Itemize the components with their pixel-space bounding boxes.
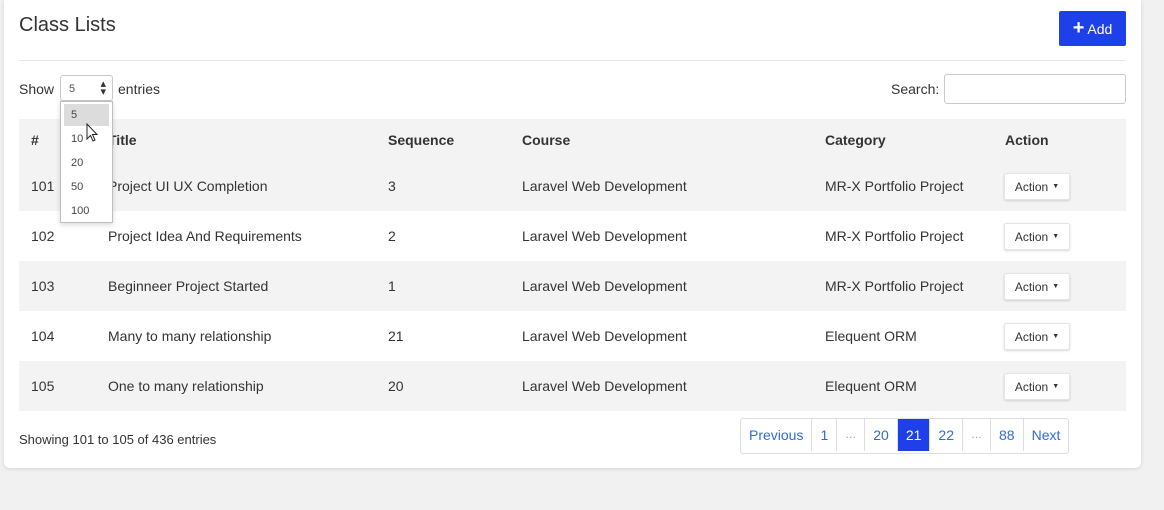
cursor-icon [86,123,99,142]
action-dropdown-button[interactable]: Action ▼ [1004,273,1070,300]
add-button-label: Add [1087,20,1113,37]
caret-down-icon: ▼ [1052,283,1060,290]
pagination-page-20[interactable]: 20 [864,419,897,451]
column-header-sequence[interactable]: Sequence [388,132,454,148]
table-row: 102 Project Idea And Requirements 2 Lara… [19,211,1126,261]
row-course: Laravel Web Development [522,228,687,244]
row-sequence: 20 [388,378,404,394]
pagination-ellipsis: … [836,419,864,451]
row-id: 104 [31,328,55,344]
row-course: Laravel Web Development [522,328,687,344]
class-table: # Title Sequence Course Category Action … [19,119,1126,411]
entries-select-value: 5 [69,83,76,95]
entries-option-100[interactable]: 100 [64,200,109,222]
entries-label: entries [118,81,161,97]
pagination-next[interactable]: Next [1022,419,1069,451]
row-id: 105 [31,378,55,394]
entries-option-50[interactable]: 50 [64,176,109,198]
table-row: 101 Project UI UX Completion 3 Laravel W… [19,161,1126,211]
pagination-page-22[interactable]: 22 [929,419,962,451]
table-row: 104 Many to many relationship 21 Laravel… [19,311,1126,361]
pagination-previous[interactable]: Previous [741,419,811,451]
row-category: MR-X Portfolio Project [825,228,964,244]
action-button-label: Action [1014,279,1049,294]
row-category: Elequent ORM [825,328,917,344]
row-id: 102 [31,228,55,244]
header-divider [19,60,1126,61]
row-title: One to many relationship [108,378,264,394]
row-id: 101 [31,178,55,194]
table-info: Showing 101 to 105 of 436 entries [19,432,217,447]
row-category: MR-X Portfolio Project [825,178,964,194]
caret-down-icon: ▼ [1052,183,1060,190]
pagination-page-21[interactable]: 21 [896,419,930,451]
row-category: MR-X Portfolio Project [825,278,964,294]
table-row: 105 One to many relationship 20 Laravel … [19,361,1126,411]
action-button-label: Action [1014,179,1049,194]
caret-down-icon: ▼ [1052,383,1060,390]
pagination-page-88[interactable]: 88 [990,419,1023,451]
column-header-action: Action [1005,132,1049,148]
search-input[interactable] [944,74,1126,104]
plus-icon: + [1072,16,1085,39]
entries-option-20[interactable]: 20 [64,152,109,174]
action-button-label: Action [1014,329,1049,344]
row-sequence: 21 [388,328,404,344]
search-label: Search: [891,81,940,97]
row-course: Laravel Web Development [522,378,687,394]
pagination-page-1[interactable]: 1 [811,419,836,451]
row-course: Laravel Web Development [522,178,687,194]
action-button-label: Action [1014,229,1049,244]
row-sequence: 3 [388,178,396,194]
pagination: Previous 1 … 20 21 22 … 88 Next [740,418,1070,454]
row-sequence: 1 [388,278,396,294]
row-course: Laravel Web Development [522,278,687,294]
row-title: Beginneer Project Started [108,278,269,294]
row-id: 103 [31,278,55,294]
action-dropdown-button[interactable]: Action ▼ [1004,373,1070,400]
table-header: # Title Sequence Course Category Action [19,119,1126,161]
row-title: Project Idea And Requirements [108,228,302,244]
column-header-id[interactable]: # [31,132,39,148]
class-list-card: Class Lists + Add Show 5 ▴ ▾ entries Sear… [4,0,1141,468]
add-button[interactable]: + Add [1059,11,1126,46]
caret-down-icon: ▼ [1052,233,1060,240]
select-arrows-icon: ▴ ▾ [100,78,106,98]
entries-select[interactable]: 5 ▴ ▾ [60,75,113,101]
action-dropdown-button[interactable]: Action ▼ [1004,323,1070,350]
table-row: 103 Beginneer Project Started 1 Laravel … [19,261,1126,311]
page-title: Class Lists [19,14,116,36]
column-header-category[interactable]: Category [825,132,886,148]
pagination-ellipsis: … [962,419,990,451]
row-title: Project UI UX Completion [108,178,268,194]
action-button-label: Action [1014,379,1049,394]
entries-dropdown-menu: 5 10 20 50 100 [60,101,113,223]
row-category: Elequent ORM [825,378,917,394]
action-dropdown-button[interactable]: Action ▼ [1004,223,1070,250]
action-dropdown-button[interactable]: Action ▼ [1004,173,1070,200]
column-header-course[interactable]: Course [522,132,570,148]
show-label: Show [19,81,55,97]
row-sequence: 2 [388,228,396,244]
row-title: Many to many relationship [108,328,272,344]
caret-down-icon: ▼ [1052,333,1060,340]
